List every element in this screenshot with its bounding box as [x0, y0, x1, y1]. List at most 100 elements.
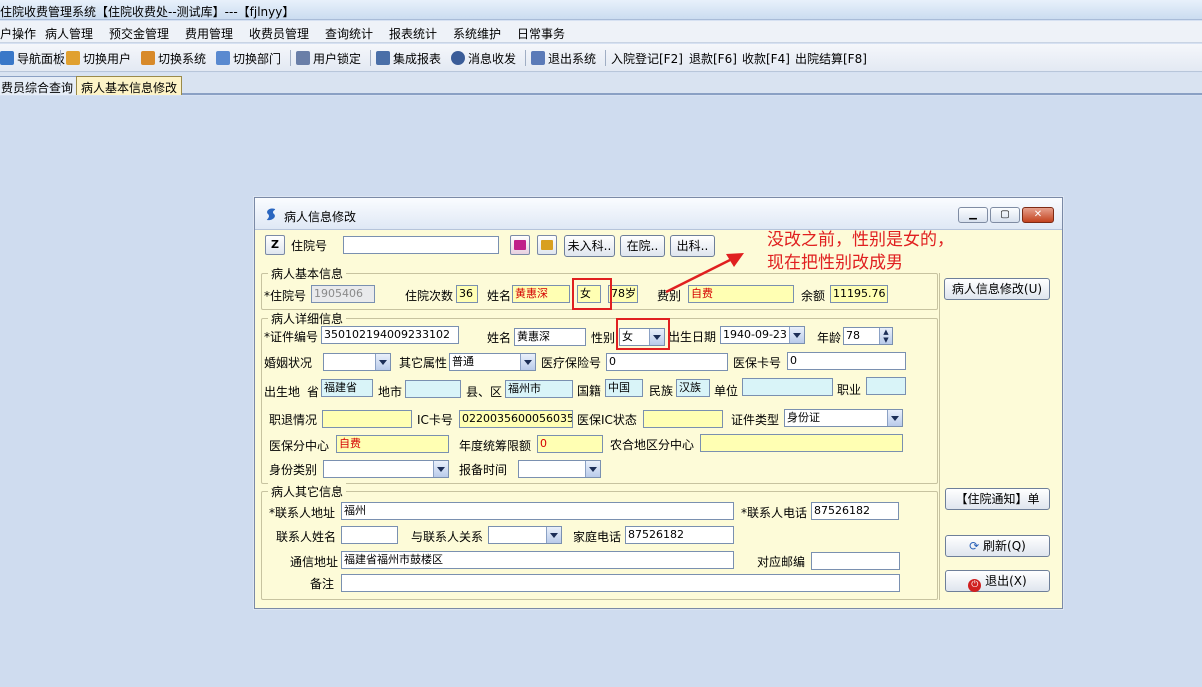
integrated-report-button[interactable]: 集成报表 [376, 49, 441, 67]
age-stepper[interactable]: 78 ▲ ▼ [843, 327, 893, 345]
refund-button[interactable]: 退款[F6] [689, 49, 737, 67]
contact-addr-input[interactable]: 福州 [341, 502, 734, 520]
spin-icon[interactable]: ▲ ▼ [879, 328, 892, 344]
insurance-no-input[interactable]: 0 [606, 353, 728, 371]
center-input[interactable]: 自费 [336, 435, 449, 453]
not-admitted-button[interactable]: 未入科.. [564, 235, 615, 257]
contact-name-input[interactable] [341, 526, 398, 544]
in-hospital-button[interactable]: 在院.. [620, 235, 665, 257]
retire-label: 职退情况 [269, 413, 318, 427]
switch-user-button[interactable]: 切换用户 [66, 49, 131, 67]
menu-daily[interactable]: 日常事务 [517, 25, 565, 42]
tab-patient-info-edit[interactable]: 病人基本信息修改 [76, 76, 183, 95]
admission-notice-button[interactable]: 【住院通知】单 [945, 488, 1050, 510]
chevron-down-icon[interactable] [789, 327, 804, 343]
message-button[interactable]: 消息收发 [451, 49, 516, 67]
employer-input[interactable] [742, 378, 833, 396]
chevron-down-icon[interactable] [546, 527, 561, 543]
admit-button[interactable]: 入院登记[F2] [611, 49, 683, 67]
retire-input[interactable] [322, 410, 412, 428]
contact-tel-label: *联系人电话 [741, 506, 808, 520]
switch-system-button[interactable]: 切换系统 [141, 49, 206, 67]
info-icon [451, 51, 465, 65]
menu-user-ops[interactable]: 户操作 [0, 25, 36, 42]
other-attr-label: 其它属性 [399, 356, 448, 370]
user-lock-icon [296, 51, 310, 65]
menu-patient[interactable]: 病人管理 [45, 25, 93, 42]
chevron-down-icon[interactable] [887, 410, 902, 426]
menu-prepay[interactable]: 预交金管理 [109, 25, 169, 42]
mail-addr-input[interactable]: 福建省福州市鼓楼区 [341, 551, 734, 569]
basic-age-field: 78岁 [608, 285, 638, 303]
top-hosp-no-input[interactable] [343, 236, 499, 254]
annotation-arrow-icon [665, 253, 744, 294]
contact-tel-input[interactable]: 87526182 [811, 502, 899, 520]
close-button[interactable]: ✕ [1022, 207, 1054, 223]
top-hosp-no-label: 住院号 [291, 239, 328, 253]
county-input[interactable]: 福州市 [505, 380, 573, 398]
id-no-label: *证件编号 [264, 330, 319, 344]
home-tel-input[interactable]: 87526182 [625, 526, 734, 544]
calendar-icon [216, 51, 230, 65]
detail-sex-label: 性别 [591, 331, 616, 345]
ic-status-label: 医保IC状态 [577, 413, 637, 427]
birth-date-picker[interactable]: 1940-09-23 [720, 326, 805, 344]
menu-cashier[interactable]: 收费员管理 [249, 25, 309, 42]
chevron-down-icon[interactable] [520, 354, 535, 370]
patient-info-dialog: 病人信息修改 ▁ ▢ ✕ Z 住院号 未入科.. 在院.. 出科.. 病人基本信… [254, 197, 1063, 609]
relation-select[interactable] [488, 526, 562, 544]
minimize-button[interactable]: ▁ [958, 207, 988, 223]
insurance-card-input[interactable]: 0 [787, 352, 906, 370]
note-label: 备注 [310, 577, 335, 591]
insurance-card-label: 医保卡号 [733, 356, 782, 370]
id-no-input[interactable]: 350102194009233102 [321, 326, 459, 344]
province-label: 省 [307, 385, 320, 399]
annual-input[interactable]: 0 [537, 435, 603, 453]
nationality-input[interactable]: 中国 [605, 379, 643, 397]
nav-panel-button[interactable]: 导航面板 [0, 49, 65, 67]
exit-system-button[interactable]: 退出系统 [531, 49, 596, 67]
report-time-label: 报备时间 [459, 463, 508, 477]
marital-label: 婚姻状况 [264, 356, 313, 370]
modify-patient-button[interactable]: 病人信息修改(U) [944, 278, 1050, 300]
broom-clear-icon[interactable] [537, 235, 557, 255]
ethnic-input[interactable]: 汉族 [676, 379, 710, 397]
identity-select[interactable] [323, 460, 449, 478]
charge-button[interactable]: 收款[F4] [742, 49, 790, 67]
menu-query[interactable]: 查询统计 [325, 25, 373, 42]
power-icon: ⏻ [968, 579, 982, 592]
ic-input[interactable]: 0220035600056035 [459, 410, 573, 428]
other-attr-select[interactable]: 普通 [449, 353, 536, 371]
occupation-input[interactable] [866, 377, 906, 395]
exit-button[interactable]: ⏻ 退出(X) [945, 570, 1050, 592]
note-input[interactable] [341, 574, 900, 592]
user-lock-button[interactable]: 用户锁定 [296, 49, 361, 67]
city-input[interactable] [405, 380, 461, 398]
basic-info-title: 病人基本信息 [268, 265, 347, 282]
ic-label: IC卡号 [417, 413, 453, 427]
zip-input[interactable] [811, 552, 900, 570]
marital-select[interactable] [323, 353, 391, 371]
menu-reports[interactable]: 报表统计 [389, 25, 437, 42]
chevron-down-icon[interactable] [585, 461, 600, 477]
chevron-down-icon[interactable] [375, 354, 390, 370]
center-label: 医保分中心 [269, 439, 330, 453]
ic-status-input[interactable] [643, 410, 723, 428]
tab-cashier-query[interactable]: 费员综合查询 [0, 76, 79, 95]
z-button[interactable]: Z [265, 235, 285, 255]
refresh-button[interactable]: ⟳ 刷新(Q) [945, 535, 1050, 557]
chevron-down-icon[interactable] [433, 461, 448, 477]
discharge-button[interactable]: 出院结算[F8] [795, 49, 867, 67]
switch-dept-button[interactable]: 切换部门 [216, 49, 281, 67]
balance-label: 余额 [801, 289, 826, 303]
card-reader-icon[interactable] [510, 235, 530, 255]
id-type-select[interactable]: 身份证 [784, 409, 903, 427]
province-input[interactable]: 福建省 [321, 379, 373, 397]
menu-fees[interactable]: 费用管理 [185, 25, 233, 42]
maximize-button[interactable]: ▢ [990, 207, 1020, 223]
exit-icon [531, 51, 545, 65]
menu-maintenance[interactable]: 系统维护 [453, 25, 501, 42]
rural-input[interactable] [700, 434, 903, 452]
detail-name-input[interactable]: 黄惠深 [514, 328, 586, 346]
report-time-select[interactable] [518, 460, 601, 478]
